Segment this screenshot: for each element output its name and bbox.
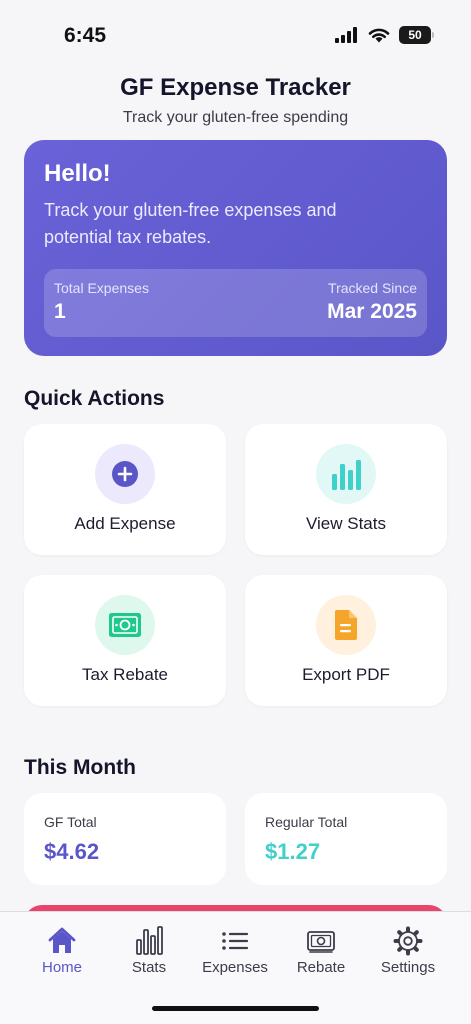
tax-rebate-label: Tax Rebate bbox=[82, 665, 168, 684]
tab-rebate-label: Rebate bbox=[296, 959, 346, 976]
tracked-since-value: Mar 2025 bbox=[327, 300, 417, 323]
tracked-since-label: Tracked Since bbox=[328, 280, 417, 296]
tab-expenses-label: Expenses bbox=[202, 959, 268, 976]
tab-stats[interactable]: Stats bbox=[102, 912, 196, 982]
welcome-description: Track your gluten-free expenses and pote… bbox=[44, 200, 337, 247]
tab-home-label: Home bbox=[41, 959, 82, 976]
gf-total-card: GF Total $4.62 bbox=[24, 793, 226, 885]
status-time: 6:45 bbox=[64, 24, 107, 47]
home-indicator bbox=[152, 1006, 319, 1011]
total-expenses-value: 1 bbox=[54, 300, 66, 323]
welcome-greeting: Hello! bbox=[44, 160, 111, 187]
tab-expenses[interactable]: Expenses bbox=[188, 912, 282, 982]
wifi-icon bbox=[368, 28, 390, 43]
tab-stats-label: Stats bbox=[131, 959, 167, 976]
status-icons: 50 bbox=[335, 26, 434, 44]
this-month-title: This Month bbox=[24, 756, 136, 779]
tab-settings[interactable]: Settings bbox=[361, 912, 455, 982]
gear-icon bbox=[393, 926, 423, 956]
welcome-card: Hello! Track your gluten-free expenses a… bbox=[24, 140, 447, 356]
export-pdf-label: Export PDF bbox=[302, 665, 390, 684]
bar-chart-icon bbox=[316, 444, 376, 504]
gf-total-value: $4.62 bbox=[44, 839, 100, 864]
tab-home[interactable]: Home bbox=[15, 912, 109, 982]
gf-total-label: GF Total bbox=[44, 814, 97, 830]
app-subtitle: Track your gluten-free spending bbox=[122, 109, 349, 126]
view-stats-label: View Stats bbox=[305, 514, 386, 533]
add-expense-label: Add Expense bbox=[74, 514, 176, 533]
add-expense-button[interactable]: Add Expense bbox=[24, 424, 226, 555]
plus-circle-icon bbox=[95, 444, 155, 504]
tab-rebate[interactable]: Rebate bbox=[274, 912, 368, 982]
quick-actions-title: Quick Actions bbox=[24, 387, 165, 410]
status-bar: 6:45 50 bbox=[0, 0, 471, 70]
tab-settings-label: Settings bbox=[380, 959, 436, 976]
cellular-signal-icon bbox=[335, 27, 357, 43]
regular-total-value: $1.27 bbox=[265, 839, 321, 864]
bar-chart-icon bbox=[136, 926, 163, 955]
tax-rebate-button[interactable]: Tax Rebate bbox=[24, 575, 226, 706]
app-title: GF Expense Tracker bbox=[120, 74, 351, 101]
home-icon bbox=[48, 927, 76, 953]
regular-total-card: Regular Total $1.27 bbox=[245, 793, 447, 885]
cash-icon bbox=[307, 931, 335, 953]
export-pdf-button[interactable]: Export PDF bbox=[245, 575, 447, 706]
total-expenses-label: Total Expenses bbox=[54, 280, 149, 296]
document-icon bbox=[316, 595, 376, 655]
summary-stats: Total Expenses 1 Tracked Since Mar 2025 bbox=[44, 269, 427, 337]
cash-icon bbox=[95, 595, 155, 655]
list-icon bbox=[222, 932, 249, 950]
battery-icon: 50 bbox=[399, 26, 434, 44]
view-stats-button[interactable]: View Stats bbox=[245, 424, 447, 555]
regular-total-label: Regular Total bbox=[265, 814, 348, 830]
